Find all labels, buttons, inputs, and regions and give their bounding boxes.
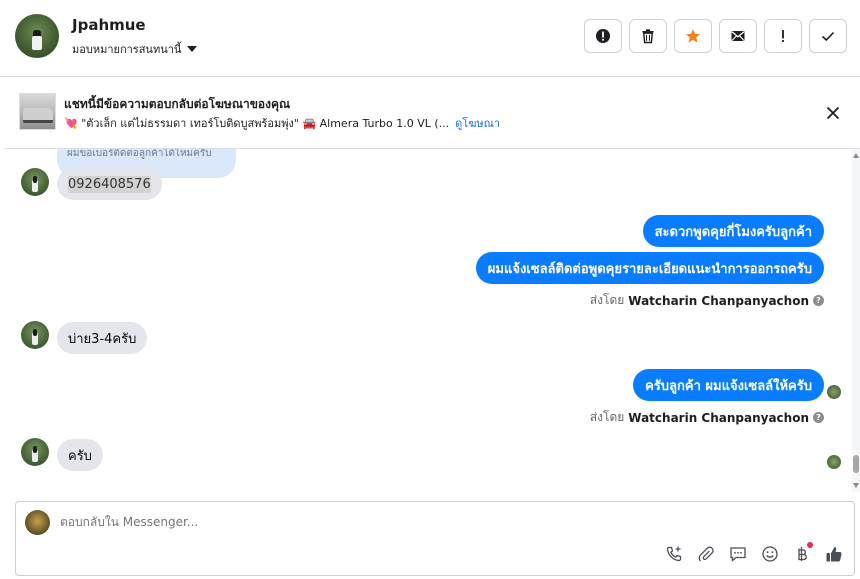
contact-name[interactable]: Jpahmue [72,16,146,34]
trash-icon [642,29,654,44]
incoming-message[interactable]: 0926408576 [57,168,162,200]
call-button[interactable] [663,543,685,565]
star-button[interactable] [674,19,712,53]
payment-button[interactable] [791,542,813,565]
mark-unread-button[interactable] [719,19,757,53]
message-thread[interactable]: ผมขอเบอร์ติดต่อลูกค้าได้ไหมครับ 09264085… [0,149,852,492]
outgoing-message[interactable]: ครับลูกค้า ผมแจ้งเซลล์ให้ครับ [633,369,824,401]
outgoing-message[interactable]: สะดวกพูดคุยกี่โมงครับลูกค้า [642,215,824,247]
close-banner-button[interactable] [822,102,844,124]
sent-by-label: ส่งโดย Watcharin Chanpanyachon ? [590,291,824,310]
composer-toolbar [663,542,845,565]
help-icon[interactable]: ? [813,295,824,306]
reply-input[interactable] [60,515,660,529]
done-button[interactable] [809,19,847,53]
view-ad-link[interactable]: ดูโฆษณา [455,117,500,130]
ad-thumbnail[interactable] [19,93,56,130]
sender-avatar[interactable] [21,321,49,349]
conversation-header: Jpahmue มอบหมายการสนทนานี้ [0,0,860,77]
incoming-message[interactable]: บ่าย3-4ครับ [57,322,148,354]
star-icon [686,29,700,43]
seen-indicator-avatar [827,385,841,399]
sender-avatar[interactable] [21,438,49,466]
page-avatar [25,510,50,535]
spam-button[interactable] [584,19,622,53]
close-icon [826,106,840,120]
cut-off-message-text: ผมขอเบอร์ติดต่อลูกค้าได้ไหมครับ [67,149,212,159]
contact-avatar[interactable] [15,14,59,58]
like-button[interactable] [823,543,845,565]
ad-caption: 💘 "ตัวเล็ก แต่ไม่ธรรมดา เทอร์โบติดบูสพร้… [64,117,450,130]
delete-button[interactable] [629,19,667,53]
phone-number-text[interactable]: 0926408576 [68,175,151,193]
help-icon[interactable]: ? [813,412,824,423]
sent-by-name[interactable]: Watcharin Chanpanyachon [628,411,809,425]
reply-composer [15,501,855,576]
scroll-up-icon[interactable] [853,153,859,158]
sent-by-name[interactable]: Watcharin Chanpanyachon [628,294,809,308]
emoji-icon [762,546,778,562]
saved-replies-button[interactable] [727,543,749,565]
sender-avatar[interactable] [21,168,49,196]
saved-replies-icon [730,547,746,562]
scroll-thumb[interactable] [853,455,859,473]
incoming-message[interactable]: ครับ [57,439,103,471]
seen-indicator-avatar [827,455,841,469]
phone-plus-icon [666,546,682,562]
notification-dot [807,542,813,548]
sent-by-prefix: ส่งโดย [589,293,625,307]
ad-banner-title: แชทนี้มีข้อความตอบกลับต่อโฆษณาของคุณ [64,97,291,111]
thumbs-up-icon [826,547,842,562]
ad-banner-subtitle: 💘 "ตัวเล็ก แต่ไม่ธรรมดา เทอร์โบติดบูสพร้… [64,114,500,132]
sent-by-label: ส่งโดย Watcharin Chanpanyachon ? [590,408,824,427]
envelope-icon [731,31,745,41]
caret-down-icon [187,46,198,52]
paperclip-icon [698,546,714,562]
attach-button[interactable] [695,543,717,565]
thread-scrollbar[interactable] [852,149,860,492]
scroll-down-icon[interactable] [853,483,859,488]
check-icon [821,31,835,42]
outgoing-message[interactable]: ผมแจ้งเซลล์ติดต่อพูดคุยรายละเอียดแนะนำกา… [475,252,824,284]
emoji-button[interactable] [759,543,781,565]
exclamation-icon [782,30,784,42]
assign-label: มอบหมายการสนทนานี้ [72,43,182,56]
conversation-toolbar [584,19,847,53]
assign-conversation-dropdown[interactable]: มอบหมายการสนทนานี้ [72,40,198,58]
sent-by-prefix: ส่งโดย [589,410,625,424]
alert-circle-icon [596,29,610,43]
ad-reply-banner: แชทนี้มีข้อความตอบกลับต่อโฆษณาของคุณ 💘 "… [4,77,860,149]
follow-up-button[interactable] [764,19,802,53]
